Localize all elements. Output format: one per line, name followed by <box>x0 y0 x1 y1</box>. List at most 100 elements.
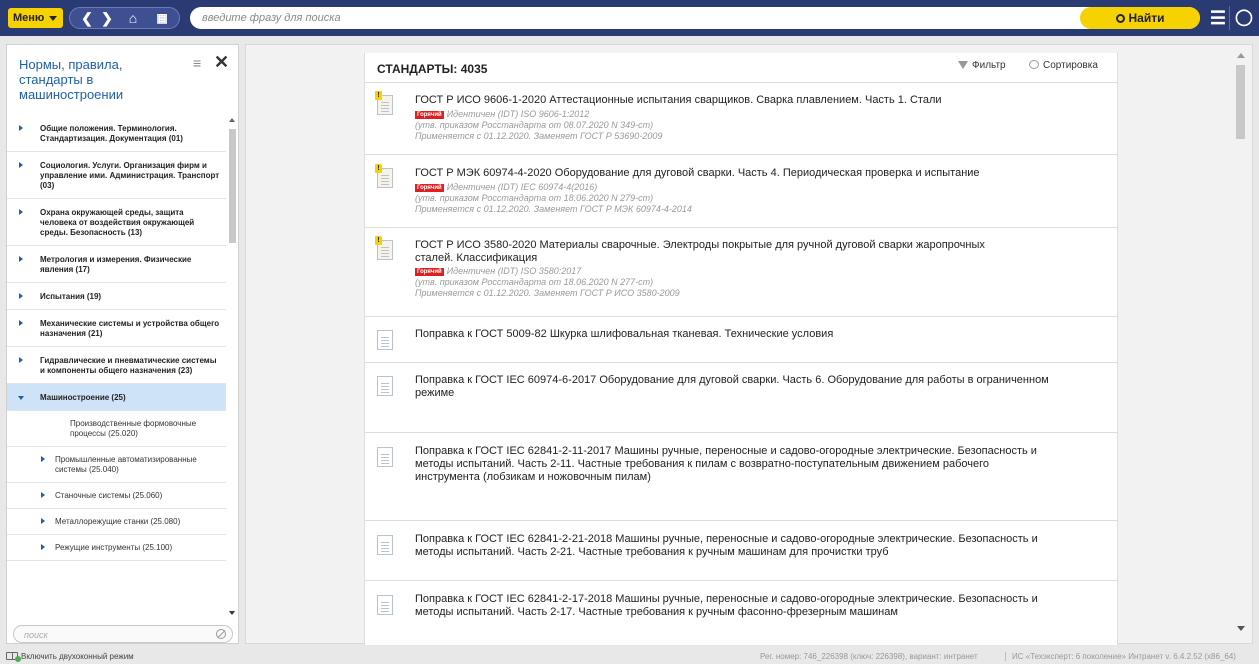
tree-search-input[interactable] <box>24 628 204 641</box>
tree-item-01[interactable]: Общие положения. Терминология. Стандарти… <box>7 115 226 152</box>
scrollbar-thumb[interactable] <box>1236 65 1245 139</box>
sort-button[interactable]: Сортировка <box>1029 60 1098 71</box>
document-icon <box>377 595 393 615</box>
document-approved: (утв. приказом Росстандарта от 18.06.202… <box>415 277 654 287</box>
sort-icon <box>1029 60 1039 69</box>
chevron-down-icon <box>49 16 57 21</box>
list-item[interactable]: Поправка к ГОСТ IEC 62841-2-21-2018 Маши… <box>365 521 1117 581</box>
filter-button[interactable]: Фильтр <box>958 60 1006 71</box>
top-toolbar: Меню ❮ ❯ ⌂ ▦ Найти ☰ ◯ <box>0 0 1259 36</box>
nav-button-group: ❮ ❯ ⌂ ▦ <box>69 7 180 29</box>
tree-item-label: Охрана окружающей среды, защита человека… <box>40 208 195 237</box>
tree-subitem-25-060[interactable]: Станочные системы (25.060) <box>7 483 226 509</box>
document-icon <box>377 535 393 555</box>
sort-label: Сортировка <box>1043 60 1098 71</box>
document-applies: Применяется с 01.12.2020. Заменяет ГОСТ … <box>415 131 663 141</box>
document-title[interactable]: ГОСТ Р ИСО 3580-2020 Материалы сварочные… <box>415 239 1015 265</box>
hot-badge: Горячий <box>415 111 444 119</box>
collapse-arrow-icon <box>18 396 24 400</box>
list-item[interactable]: Поправка к ГОСТ IEC 62841-2-11-2017 Маши… <box>365 433 1117 521</box>
hamburger-menu-icon[interactable]: ☰ <box>1206 6 1230 30</box>
close-icon[interactable]: ✕ <box>214 52 229 73</box>
document-identity: Горячий Идентичен (IDT) ISO 3580:2017 <box>415 266 1085 277</box>
panel-title: Нормы, правила, стандарты в машиностроен… <box>19 57 124 102</box>
scroll-up-icon[interactable] <box>1237 53 1245 58</box>
main-content: СТАНДАРТЫ: 4035 Фильтр Сортировка ! ГОСТ… <box>245 44 1253 645</box>
clear-icon[interactable] <box>216 629 226 639</box>
tree-subitem-25-100[interactable]: Режущие инструменты (25.100) <box>7 535 226 561</box>
expand-arrow-icon <box>19 320 23 326</box>
tree-item-13[interactable]: Охрана окружающей среды, защита человека… <box>7 199 226 246</box>
dual-window-toggle[interactable]: Включить двухоконный режим <box>6 652 134 662</box>
back-arrow-icon[interactable]: ❮ <box>78 8 96 28</box>
expand-arrow-icon <box>19 256 23 262</box>
list-title: СТАНДАРТЫ: 4035 <box>377 62 488 76</box>
menu-button[interactable]: Меню <box>8 8 63 28</box>
grid-icon[interactable]: ▦ <box>150 8 174 28</box>
tree-item-03[interactable]: Социология. Услуги. Организация фирм и у… <box>7 152 226 199</box>
identity-text: Идентичен (IDT) ISO 3580:2017 <box>446 266 582 276</box>
toolbar-divider <box>1229 6 1230 30</box>
tree-subitem-label: Металлорежущие станки (25.080) <box>55 517 181 526</box>
tree-item-25[interactable]: Машиностроение (25) <box>7 384 226 411</box>
standards-list-card: СТАНДАРТЫ: 4035 Фильтр Сортировка ! ГОСТ… <box>364 53 1118 645</box>
scroll-down-icon[interactable] <box>1237 626 1245 631</box>
main-scrollbar[interactable] <box>1231 45 1252 643</box>
document-title[interactable]: Поправка к ГОСТ IEC 60974-6-2017 Оборудо… <box>415 374 1055 400</box>
home-icon[interactable]: ⌂ <box>122 8 144 28</box>
document-approved: (утв. приказом Росстандарта от 08.07.202… <box>415 120 654 130</box>
alert-icon: ! <box>375 164 382 173</box>
list-item[interactable]: ! ГОСТ Р ИСО 9606-1-2020 Аттестационные … <box>365 84 1117 155</box>
document-title[interactable]: Поправка к ГОСТ 5009-82 Шкурка шлифоваль… <box>415 328 1085 341</box>
user-profile-icon[interactable]: ◯ <box>1232 6 1256 30</box>
panel-menu-icon[interactable]: ≡ <box>193 55 201 71</box>
document-title[interactable]: Поправка к ГОСТ IEC 62841-2-17-2018 Маши… <box>415 593 1055 619</box>
scrollbar-thumb[interactable] <box>229 129 236 243</box>
document-title[interactable]: ГОСТ Р МЭК 60974-4-2020 Оборудование для… <box>415 167 1085 180</box>
list-item[interactable]: Поправка к ГОСТ IEC 60974-6-2017 Оборудо… <box>365 363 1117 433</box>
left-panel: Нормы, правила, стандарты в машиностроен… <box>6 44 239 644</box>
scroll-down-icon[interactable] <box>229 611 235 615</box>
tree-item-17[interactable]: Метрология и измерения. Физические явлен… <box>7 246 226 283</box>
document-icon <box>377 376 393 396</box>
tree-subitem-25-020[interactable]: Производственные формовочные процессы (2… <box>7 411 226 447</box>
search-input[interactable] <box>202 10 1002 26</box>
document-approved: (утв. приказом Росстандарта от 18.06.202… <box>415 193 654 203</box>
tree-item-23[interactable]: Гидравлические и пневматические системы … <box>7 347 226 384</box>
tree-item-21[interactable]: Механические системы и устройства общего… <box>7 310 226 347</box>
document-title[interactable]: ГОСТ Р ИСО 9606-1-2020 Аттестационные ис… <box>415 94 1085 107</box>
expand-arrow-icon <box>41 518 45 524</box>
tree-subitem-label: Промышленные автоматизированные системы … <box>55 455 197 474</box>
list-item[interactable]: ! ГОСТ Р ИСО 3580-2020 Материалы сварочн… <box>365 228 1117 317</box>
forward-arrow-icon[interactable]: ❯ <box>98 8 116 28</box>
list-item[interactable]: ! ГОСТ Р МЭК 60974-4-2020 Оборудование д… <box>365 155 1117 228</box>
tree-scrollbar[interactable] <box>227 115 238 618</box>
expand-arrow-icon <box>41 544 45 550</box>
document-title[interactable]: Поправка к ГОСТ IEC 62841-2-11-2017 Маши… <box>415 445 1055 484</box>
tree-item-label: Метрология и измерения. Физические явлен… <box>40 255 192 274</box>
scroll-up-icon[interactable] <box>229 118 235 122</box>
tree-item-label: Гидравлические и пневматические системы … <box>40 356 217 375</box>
tree-item-label: Испытания (19) <box>40 292 102 301</box>
find-label: Найти <box>1128 11 1165 25</box>
menu-label: Меню <box>13 12 45 24</box>
list-item[interactable]: Поправка к ГОСТ 5009-82 Шкурка шлифоваль… <box>365 317 1117 363</box>
find-button[interactable]: Найти <box>1080 7 1200 29</box>
tree-subitem-25-080[interactable]: Металлорежущие станки (25.080) <box>7 509 226 535</box>
list-item[interactable]: Поправка к ГОСТ IEC 62841-2-17-2018 Маши… <box>365 581 1117 645</box>
tree-item-label: Механические системы и устройства общего… <box>40 319 220 338</box>
tree-item-label: Общие положения. Терминология. Стандарти… <box>40 124 183 143</box>
document-icon <box>377 330 393 350</box>
document-title[interactable]: Поправка к ГОСТ IEC 62841-2-21-2018 Маши… <box>415 533 1065 559</box>
expand-arrow-icon <box>41 492 45 498</box>
tree-search-box <box>13 625 233 643</box>
list-header: СТАНДАРТЫ: 4035 Фильтр Сортировка <box>365 53 1117 83</box>
expand-arrow-icon <box>19 209 23 215</box>
document-identity: Горячий Идентичен (IDT) ISO 9606-1:2012 <box>415 109 1085 120</box>
search-icon <box>1115 14 1125 23</box>
tree-subitem-label: Режущие инструменты (25.100) <box>55 543 173 552</box>
tree-subitem-label: Станочные системы (25.060) <box>55 491 163 500</box>
tree-subitem-25-040[interactable]: Промышленные автоматизированные системы … <box>7 447 226 483</box>
tree-item-19[interactable]: Испытания (19) <box>7 283 226 310</box>
identity-text: Идентичен (IDT) IEC 60974-4(2016) <box>446 182 598 192</box>
